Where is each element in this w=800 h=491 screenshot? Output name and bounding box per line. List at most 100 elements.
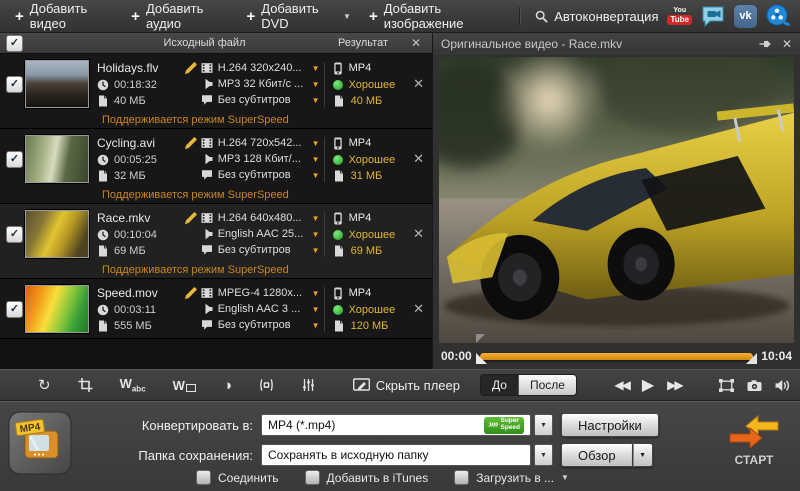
rewind-button[interactable]: ◀◀	[614, 378, 628, 392]
pin-icon[interactable]	[759, 38, 772, 50]
quality-indicator	[333, 80, 343, 90]
vk-icon[interactable]: vk	[734, 5, 757, 28]
subtitle-select[interactable]: Без субтитров▼	[201, 244, 320, 256]
youtube-icon[interactable]: You Tube	[667, 7, 692, 25]
start-button[interactable]: СТАРТ	[728, 414, 780, 467]
select-all-checkbox[interactable]: ✓	[6, 35, 23, 52]
itunes-checkbox[interactable]	[305, 470, 320, 485]
dropdown-icon: ▼	[312, 171, 320, 180]
chevron-down-icon[interactable]: ▼	[561, 473, 569, 482]
autoconvert-button[interactable]: Автоконвертация	[526, 0, 667, 32]
audio-stream-select[interactable]: English AAC 25...▼	[201, 228, 320, 240]
row-checkbox[interactable]: ✓	[6, 151, 23, 168]
add-video-button[interactable]: + Добавить видео	[6, 0, 122, 32]
subtitle-select[interactable]: Без субтитров▼	[201, 169, 320, 181]
add-audio-button[interactable]: + Добавить аудио	[122, 0, 237, 32]
file-icon	[333, 95, 345, 107]
before-after-toggle[interactable]: До После	[480, 374, 577, 396]
browse-dropdown-button[interactable]: ▼	[633, 443, 653, 467]
volume-button[interactable]	[775, 379, 790, 392]
edit-icon[interactable]	[184, 137, 197, 150]
speaker-icon	[201, 78, 213, 90]
edit-icon[interactable]	[184, 62, 197, 75]
fullscreen-button[interactable]	[719, 379, 734, 392]
before-button[interactable]: До	[481, 375, 518, 395]
clear-list-button[interactable]: ✕	[406, 36, 426, 50]
fast-forward-button[interactable]: ▶▶	[667, 378, 681, 392]
format-value: MP4 (*.mp4)	[268, 418, 484, 432]
video-frame[interactable]	[439, 57, 794, 343]
upload-checkbox[interactable]	[454, 470, 469, 485]
play-button[interactable]: ▶	[642, 375, 654, 395]
file-row-selected[interactable]: ✓ Race.mkv 00:10:04 69 МБ H.264 640x480.…	[0, 204, 432, 279]
trim-start-handle[interactable]	[476, 353, 487, 364]
dropdown-icon: ▼	[312, 155, 320, 164]
preview-panel: Оригинальное видео - Race.mkv ✕	[432, 33, 800, 369]
film-reel-icon[interactable]	[766, 4, 790, 28]
file-row[interactable]: ✓ Holidays.flv 00:18:32 40 МБ H.264 320x…	[0, 54, 432, 129]
join-option[interactable]: Соединить	[196, 470, 279, 485]
audio-stream-select[interactable]: MP3 32 Кбит/с ...▼	[201, 78, 320, 90]
folder-dropdown-button[interactable]: ▼	[534, 444, 553, 466]
close-preview-button[interactable]: ✕	[782, 37, 792, 51]
itunes-option[interactable]: Добавить в iTunes	[305, 470, 429, 485]
video-stream-select[interactable]: H.264 640x480...▼	[201, 212, 320, 224]
remove-file-button[interactable]: ✕	[413, 76, 424, 92]
settings-button[interactable]: Настройки	[561, 413, 659, 437]
row-checkbox[interactable]: ✓	[6, 301, 23, 318]
toolbar-separator	[519, 7, 521, 25]
add-dvd-button[interactable]: + Добавить DVD ▼	[237, 0, 359, 32]
video-stream-select[interactable]: H.264 320x240...▼	[201, 62, 320, 74]
file-row[interactable]: ✓ Speed.mov 00:03:11 555 МБ MPEG-4 1280x…	[0, 279, 432, 339]
join-checkbox[interactable]	[196, 470, 211, 485]
video-stream-select[interactable]: H.264 720x542...▼	[201, 137, 320, 149]
stabilize-button[interactable]	[259, 378, 274, 392]
format-dropdown-button[interactable]: ▼	[534, 414, 553, 436]
row-checkbox[interactable]: ✓	[6, 226, 23, 243]
edit-icon[interactable]	[184, 287, 197, 300]
upload-option[interactable]: Загрузить в ... ▼	[454, 470, 569, 485]
file-icon	[97, 320, 109, 332]
remove-file-button[interactable]: ✕	[413, 151, 424, 167]
equalizer-button[interactable]	[301, 378, 316, 392]
save-folder-label: Папка сохранения:	[98, 448, 253, 463]
search-icon	[535, 10, 548, 23]
output-format-icon[interactable]: MP4	[8, 411, 72, 475]
row-checkbox[interactable]: ✓	[6, 76, 23, 93]
video-chat-icon[interactable]	[701, 4, 725, 28]
browse-button[interactable]: Обзор	[561, 443, 633, 467]
audio-stream-select[interactable]: English AAC 3 ...▼	[201, 303, 320, 315]
subtitle-select[interactable]: Без субтитров▼	[201, 94, 320, 106]
add-image-button[interactable]: + Добавить изображение	[360, 0, 514, 32]
file-duration: 00:03:11	[114, 304, 156, 316]
rotate-button[interactable]: ↻	[38, 378, 51, 393]
crop-button[interactable]	[78, 378, 93, 392]
device-icon	[333, 62, 343, 75]
save-folder-select[interactable]: Сохранять в исходную папку	[261, 444, 531, 466]
watermark-image-button[interactable]: W	[173, 379, 196, 392]
contrast-button[interactable]: ◑	[223, 378, 232, 393]
video-thumbnail	[25, 135, 89, 183]
seek-bar[interactable]	[480, 353, 754, 360]
subtitle-select[interactable]: Без субтитров▼	[201, 319, 320, 331]
edit-icon[interactable]	[184, 212, 197, 225]
trim-end-handle[interactable]	[746, 353, 757, 364]
remove-file-button[interactable]: ✕	[413, 301, 424, 317]
add-image-label: Добавить изображение	[384, 1, 506, 31]
add-video-label: Добавить видео	[30, 1, 113, 31]
film-icon	[201, 212, 213, 224]
video-codec: H.264 320x240...	[218, 62, 307, 74]
remove-file-button[interactable]: ✕	[413, 226, 424, 242]
plus-icon: +	[369, 9, 378, 24]
hide-player-button[interactable]: Скрыть плеер	[353, 378, 460, 393]
file-row[interactable]: ✓ Cycling.avi 00:05:25 32 МБ H.264 720x5…	[0, 129, 432, 204]
after-button[interactable]: После	[518, 375, 576, 395]
audio-stream-select[interactable]: MP3 128 Кбит/...▼	[201, 153, 320, 165]
watermark-text-button[interactable]: Wabc	[120, 377, 146, 394]
subtitle-value: Без субтитров	[218, 319, 307, 331]
file-name: Cycling.avi	[97, 136, 155, 150]
audio-codec: English AAC 25...	[218, 228, 307, 240]
format-select[interactable]: MP4 (*.mp4) »» SuperSpeed	[261, 414, 531, 436]
snapshot-button[interactable]	[747, 379, 762, 392]
video-stream-select[interactable]: MPEG-4 1280x...▼	[201, 287, 320, 299]
